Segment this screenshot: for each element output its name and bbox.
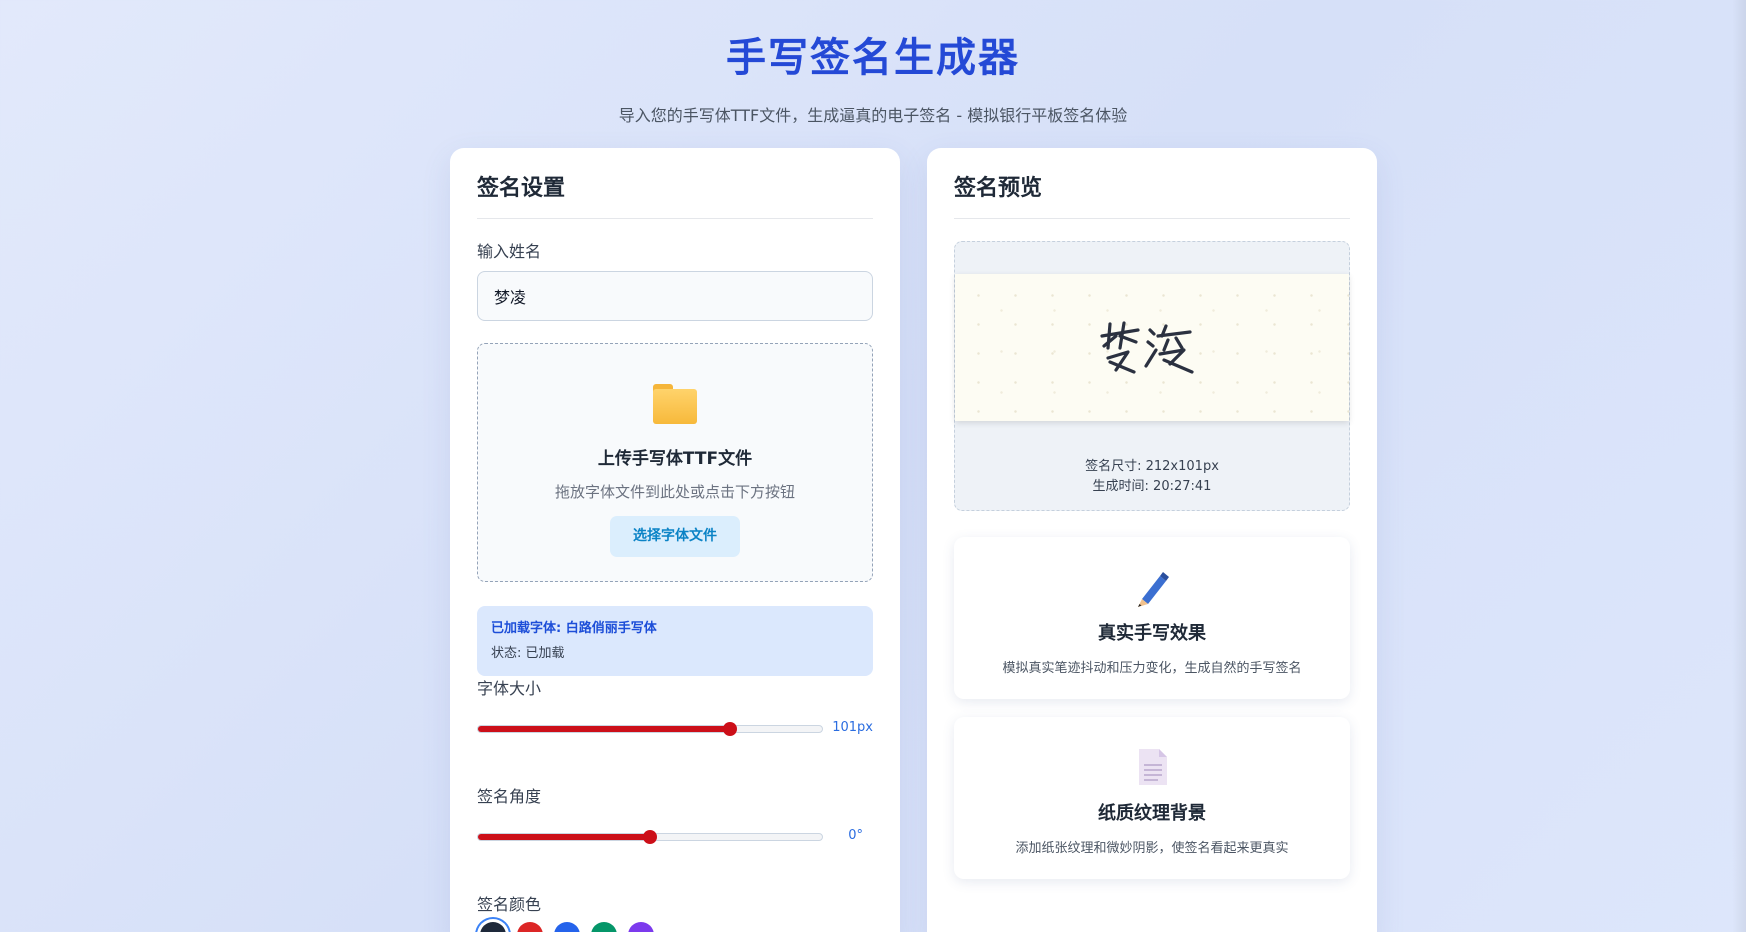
font-size-slider[interactable]: 101px (477, 710, 873, 750)
choose-font-button[interactable]: 选择字体文件 (610, 516, 740, 557)
color-swatch[interactable] (554, 922, 580, 932)
font-size-label: 字体大小 (477, 679, 542, 698)
font-size-fill (478, 726, 730, 732)
angle-value: 0° (848, 828, 863, 843)
loaded-font-text: 已加载字体: 白路俏丽手写体 (491, 621, 657, 636)
settings-panel-title: 签名设置 (477, 174, 873, 219)
angle-slider[interactable]: 0° (477, 818, 873, 858)
preview-meta: 签名尺寸: 212x101px 生成时间: 20:27:41 (955, 457, 1349, 497)
page-title: 手写签名生成器 (726, 35, 1020, 81)
color-swatch[interactable] (480, 922, 506, 932)
font-size-track[interactable] (477, 725, 823, 733)
document-icon (1132, 747, 1172, 787)
signature-size-text: 签名尺寸: 212x101px (1085, 459, 1219, 474)
color-swatch[interactable] (591, 922, 617, 932)
color-swatch[interactable] (517, 922, 543, 932)
feature-card-realistic: 真实手写效果 模拟真实笔迹抖动和压力变化，生成自然的手写签名 (954, 537, 1350, 699)
angle-label: 签名角度 (477, 787, 542, 806)
color-swatches (477, 922, 873, 932)
feature-title: 纸质纹理背景 (1098, 803, 1206, 824)
name-input[interactable] (477, 271, 873, 321)
page-header: 手写签名生成器 导入您的手写体TTF文件，生成逼真的电子签名 - 模拟银行平板签… (0, 30, 1746, 126)
page-subtitle: 导入您的手写体TTF文件，生成逼真的电子签名 - 模拟银行平板签名体验 (618, 106, 1128, 125)
feature-card-paper: 纸质纹理背景 添加纸张纹理和微妙阴影，使签名看起来更真实 (954, 717, 1350, 879)
preview-panel-title: 签名预览 (954, 174, 1350, 219)
signature-paper (955, 274, 1349, 421)
color-swatch[interactable] (628, 922, 654, 932)
feature-title: 真实手写效果 (1098, 623, 1206, 644)
font-upload-dropzone[interactable]: 上传手写体TTF文件 拖放字体文件到此处或点击下方按钮 选择字体文件 (477, 343, 873, 582)
font-info-box: 已加载字体: 白路俏丽手写体 状态: 已加载 (477, 606, 873, 676)
color-label: 签名颜色 (477, 895, 542, 914)
feature-desc: 模拟真实笔迹抖动和压力变化，生成自然的手写签名 (1002, 661, 1302, 676)
settings-panel: 签名设置 输入姓名 上传手写体TTF文件 拖放字体文件到此处或点击下方按钮 选择… (450, 148, 900, 932)
font-status-text: 状态: 已加载 (491, 646, 565, 661)
preview-panel: 签名预览 签名尺寸: 212x101px 生成时间: 20:27:41 真实手写… (927, 148, 1377, 932)
font-size-thumb[interactable] (722, 722, 737, 736)
pen-icon (1132, 567, 1172, 607)
name-label: 输入姓名 (477, 242, 542, 261)
angle-fill (478, 834, 650, 840)
page-edge-shadow (1732, 0, 1746, 932)
folder-icon (653, 384, 697, 424)
angle-thumb[interactable] (643, 830, 657, 844)
signature-image (1100, 321, 1194, 374)
signature-preview-box: 签名尺寸: 212x101px 生成时间: 20:27:41 (954, 241, 1350, 511)
upload-title: 上传手写体TTF文件 (597, 449, 753, 469)
feature-desc: 添加纸张纹理和微妙阴影，使签名看起来更真实 (1015, 841, 1289, 856)
font-size-value: 101px (832, 720, 873, 735)
upload-hint: 拖放字体文件到此处或点击下方按钮 (554, 483, 795, 501)
generated-time-text: 生成时间: 20:27:41 (1092, 479, 1212, 494)
